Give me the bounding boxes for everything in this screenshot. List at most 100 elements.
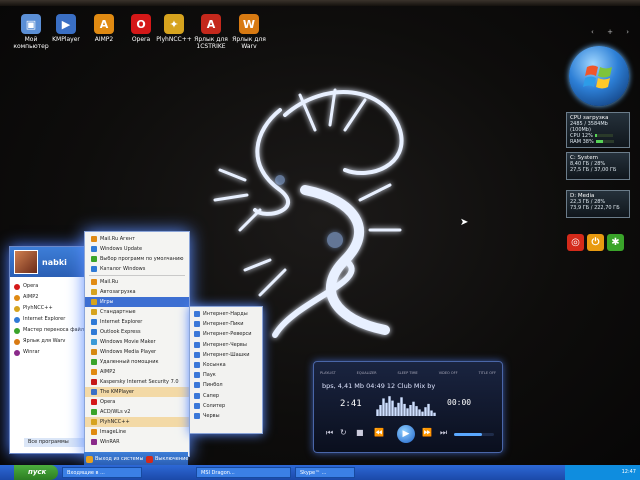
- player-tab[interactable]: EQUALIZER: [357, 371, 377, 377]
- visualizer-bar: [409, 405, 412, 416]
- programs-menu-item[interactable]: Стандартные: [85, 307, 189, 317]
- programs-menu-item[interactable]: Выбор программ по умолчанию: [85, 254, 189, 264]
- start-button[interactable]: пуск: [14, 465, 58, 480]
- programs-menu-item[interactable]: Outlook Express: [85, 327, 189, 337]
- drive-c-gadget[interactable]: C: System 8,40 ГБ / 28% 27,5 ГБ / 37,00 …: [566, 152, 630, 180]
- programs-menu-item[interactable]: Каталог Windows: [85, 264, 189, 274]
- player-tab[interactable]: SLEEP TIME: [398, 371, 418, 377]
- start-menu-item[interactable]: AIMP2: [10, 292, 90, 303]
- programs-menu-item[interactable]: Windows Media Player: [85, 347, 189, 357]
- shutdown-gadget-icon[interactable]: ◎: [567, 234, 584, 251]
- start-menu-item[interactable]: Opera: [10, 281, 90, 292]
- cpu-meter-gadget[interactable]: CPU загрузка 2485 / 3584Mb (100Mb) CPU 1…: [566, 112, 630, 148]
- visualizer-bar: [397, 402, 400, 416]
- player-volume-slider[interactable]: [454, 433, 494, 436]
- player-rewind-icon[interactable]: ⏪: [374, 428, 384, 437]
- programs-menu-item-label: Каталог Windows: [100, 266, 146, 272]
- start-menu-item-label: Internet Explorer: [23, 316, 66, 322]
- programs-menu-item[interactable]: ACD/WLs v2: [85, 407, 189, 417]
- program-icon: [91, 256, 97, 262]
- games-submenu-item[interactable]: Интернет-Реверси: [190, 329, 262, 339]
- games-submenu-item[interactable]: Солитер: [190, 401, 262, 411]
- programs-menu-item[interactable]: Игры: [85, 297, 189, 307]
- programs-menu-item[interactable]: Kaspersky Internet Security 7.0: [85, 377, 189, 387]
- system-tray: 12:47: [565, 465, 640, 480]
- player-stop-icon[interactable]: ■: [356, 428, 364, 437]
- start-menu-item[interactable]: Ярлык для Warv: [10, 336, 90, 347]
- taskbar-item[interactable]: Skype™ ...: [295, 467, 355, 478]
- start-menu-item[interactable]: PlyhNCC++: [10, 303, 90, 314]
- start-menu-item-label: Ярлык для Warv: [23, 338, 66, 344]
- visualizer-bar: [388, 396, 391, 416]
- visualizer-bar: [406, 408, 409, 416]
- visualizer-bar: [418, 409, 421, 416]
- windows-flag-icon: [583, 65, 612, 89]
- player-repeat-icon[interactable]: ↻: [340, 428, 347, 437]
- programs-menu-item[interactable]: ImageLine: [85, 427, 189, 437]
- games-submenu-item[interactable]: Интернет-Пики: [190, 319, 262, 329]
- program-icon: [91, 339, 97, 345]
- games-submenu-item[interactable]: Интернет-Нарды: [190, 309, 262, 319]
- user-avatar[interactable]: [14, 250, 38, 274]
- programs-menu-item[interactable]: AIMP2: [85, 367, 189, 377]
- shutdown-button[interactable]: Выключение: [146, 455, 188, 463]
- programs-menu-item[interactable]: Internet Explorer: [85, 317, 189, 327]
- programs-menu-item[interactable]: PlyhNCC++: [85, 417, 189, 427]
- restart-gadget-icon[interactable]: ⏻: [587, 234, 604, 251]
- programs-menu-item[interactable]: The KMPlayer: [85, 387, 189, 397]
- sidebar-add-button[interactable]: +: [607, 28, 613, 38]
- games-submenu-item[interactable]: Интернет-Шашки: [190, 350, 262, 360]
- games-submenu-item[interactable]: Пинбол: [190, 380, 262, 390]
- program-icon: [91, 369, 97, 375]
- programs-menu-item-label: Стандартные: [100, 309, 136, 315]
- clock[interactable]: 12:47: [622, 469, 636, 475]
- games-submenu-item[interactable]: Червы: [190, 411, 262, 421]
- game-icon: [194, 362, 200, 369]
- logoff-button[interactable]: Выход из системы: [86, 455, 143, 463]
- games-submenu-item[interactable]: Косынка: [190, 360, 262, 370]
- programs-menu-item[interactable]: Mail.Ru Агент: [85, 234, 189, 244]
- mouse-cursor-icon: ➤: [460, 217, 469, 228]
- desktop-icon[interactable]: W Ярлык для Warv: [226, 14, 272, 50]
- games-submenu-item[interactable]: Паук: [190, 370, 262, 380]
- media-player[interactable]: PLAYLIST EQUALIZER SLEEP TIME VIDEO OFF TITL…: [313, 361, 503, 453]
- games-submenu-item[interactable]: Интернет-Червы: [190, 340, 262, 350]
- start-menu-item[interactable]: Internet Explorer: [10, 314, 90, 325]
- visualizer-bar: [376, 409, 379, 416]
- sidebar-next-button[interactable]: ›: [626, 28, 629, 38]
- taskbar-item[interactable]: Входящие в ...: [62, 467, 142, 478]
- start-menu-item[interactable]: Winrar: [10, 347, 90, 358]
- player-time: 2:41: [340, 399, 362, 409]
- drive-d-gadget[interactable]: D: Media 22,3 ГБ / 28% 73,9 ГБ / 222,70 …: [566, 190, 630, 218]
- taskbar-item[interactable]: MSI Dragon...: [196, 467, 291, 478]
- game-icon: [194, 372, 200, 379]
- sidebar-prev-button[interactable]: ‹: [591, 28, 594, 38]
- player-tab[interactable]: VIDEO OFF: [439, 371, 458, 377]
- all-programs-button[interactable]: Все программы: [24, 438, 88, 447]
- settings-gadget-icon[interactable]: ✱: [607, 234, 624, 251]
- programs-menu-item[interactable]: Mail.Ru: [85, 277, 189, 287]
- programs-menu-item-label: AIMP2: [100, 369, 116, 375]
- player-tab[interactable]: TITLE OFF: [479, 371, 496, 377]
- desktop-screen: ▣ Мой компьютер ▶ KMPlayer A AIMP2 O Opera ✦ Plyh…: [0, 0, 640, 480]
- programs-menu-item[interactable]: Opera: [85, 397, 189, 407]
- program-icon: [91, 389, 97, 395]
- visualizer-bar: [385, 402, 388, 416]
- menu-separator: [89, 275, 185, 276]
- programs-menu-item[interactable]: Windows Update: [85, 244, 189, 254]
- player-tab[interactable]: PLAYLIST: [320, 371, 336, 377]
- games-submenu-item-label: Сапер: [203, 392, 220, 399]
- start-menu-item[interactable]: Мастер переноса файлов: [10, 325, 90, 336]
- game-icon: [194, 351, 200, 358]
- games-submenu-item[interactable]: Сапер: [190, 391, 262, 401]
- programs-menu-item[interactable]: WinRAR: [85, 437, 189, 447]
- player-next-icon[interactable]: ⏭: [440, 428, 447, 438]
- programs-menu-item[interactable]: Windows Movie Maker: [85, 337, 189, 347]
- programs-menu-item[interactable]: Автозагрузка: [85, 287, 189, 297]
- player-play-button[interactable]: ▶: [397, 425, 415, 443]
- programs-menu-item[interactable]: Удаленный помощник: [85, 357, 189, 367]
- player-forward-icon[interactable]: ⏩: [422, 428, 432, 437]
- program-icon: [91, 419, 97, 425]
- player-prev-icon[interactable]: ⏮: [326, 428, 333, 438]
- windows-orb-icon[interactable]: [569, 46, 629, 106]
